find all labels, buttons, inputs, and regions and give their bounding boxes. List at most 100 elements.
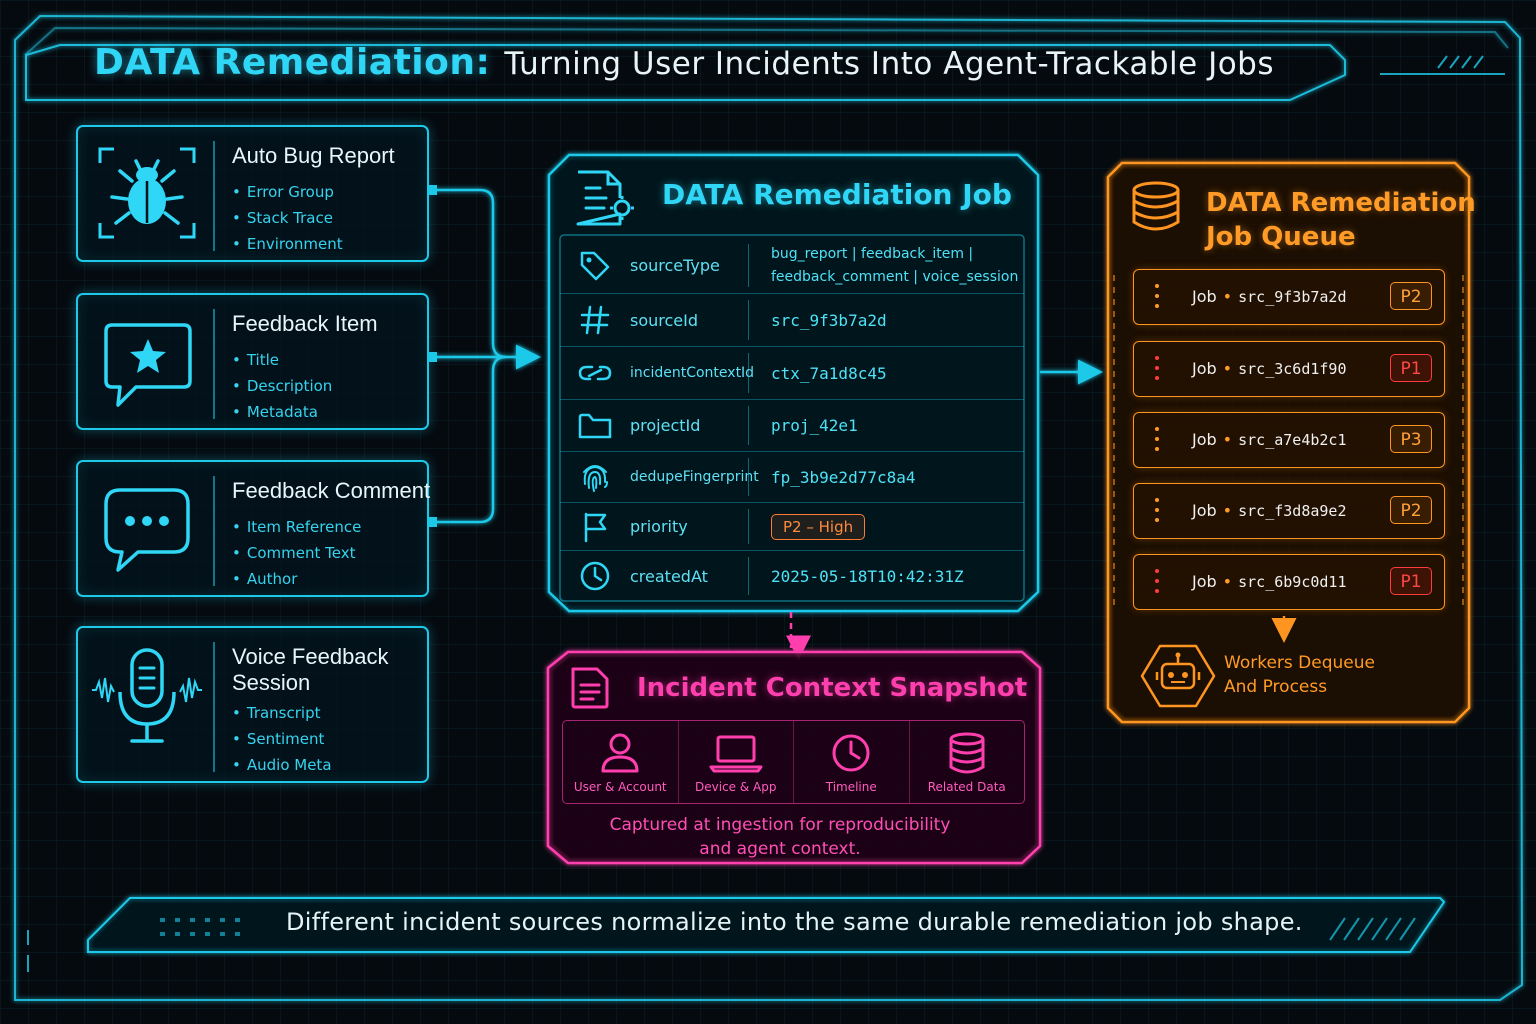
queue-job-label: Job • src_9f3b7a2d <box>1192 287 1346 306</box>
job-field-row-sourceid[interactable]: sourceId src_9f3b7a2d <box>560 294 1024 347</box>
list-item: Transcript <box>232 700 332 726</box>
field-key: sourceType <box>630 256 720 275</box>
source-card-voice-feedback-session[interactable]: Voice Feedback Session Transcript Sentim… <box>76 626 429 783</box>
field-value-line: bug_report | feedback_item | <box>771 245 974 262</box>
drag-handle-icon[interactable] <box>1152 498 1162 526</box>
list-item: Author <box>232 566 361 592</box>
title-accent: DATA Remediation: <box>94 42 491 83</box>
card-divider <box>213 309 215 419</box>
snapshot-cell-label: User & Account <box>573 780 667 794</box>
snapshot-cell-timeline[interactable]: Timeline <box>794 721 910 803</box>
robot-worker-icon <box>1140 644 1216 708</box>
field-key: projectId <box>630 416 701 435</box>
field-value: ctx_7a1d8c45 <box>771 363 887 383</box>
tag-icon <box>560 249 630 283</box>
snapshot-context-grid: User & Account Device & App Timeline Rel… <box>562 720 1025 804</box>
drag-handle-icon[interactable] <box>1152 284 1162 312</box>
snapshot-document-icon <box>571 667 609 709</box>
queue-job-item[interactable]: Job • src_6b9c0d11 P1 <box>1133 554 1445 610</box>
queue-job-label: Job • src_3c6d1f90 <box>1192 359 1346 378</box>
source-card-auto-bug-report[interactable]: Auto Bug Report Error Group Stack Trace … <box>76 125 429 262</box>
job-word: Job <box>1192 359 1217 378</box>
card-title: Feedback Item <box>232 311 378 336</box>
field-key: sourceId <box>630 310 699 330</box>
card-title: Voice Feedback Session <box>232 644 389 696</box>
queue-title-line: DATA Remediation <box>1206 188 1476 218</box>
priority-badge: P2 <box>1390 282 1432 310</box>
job-word: Job <box>1192 501 1217 520</box>
source-card-feedback-item[interactable]: Feedback Item Title Description Metadata <box>76 293 429 430</box>
card-title-line: Session <box>232 670 311 695</box>
job-panel-title: DATA Remediation Job <box>662 178 1012 211</box>
workers-label-line: Workers Dequeue <box>1224 653 1375 673</box>
card-divider <box>213 476 215 586</box>
card-field-list: Title Description Metadata <box>232 347 332 425</box>
fingerprint-icon <box>560 460 630 494</box>
source-card-feedback-comment[interactable]: Feedback Comment Item Reference Comment … <box>76 460 430 597</box>
card-field-list: Error Group Stack Trace Environment <box>232 179 343 257</box>
list-item: Audio Meta <box>232 752 332 778</box>
snapshot-cell-label: Related Data <box>927 780 1006 794</box>
job-field-row-createdat[interactable]: createdAt 2025-05-18T10:42:31Z <box>560 551 1024 601</box>
card-title-line: Voice Feedback <box>232 644 389 669</box>
snapshot-cell-related-data[interactable]: Related Data <box>910 721 1025 803</box>
snapshot-note: Captured at ingestion for reproducibilit… <box>562 813 998 861</box>
field-key: priority <box>630 517 688 536</box>
field-value: src_9f3b7a2d <box>771 310 887 330</box>
bug-icon <box>98 147 196 239</box>
priority-badge: P2 <box>1390 496 1432 524</box>
card-divider <box>213 141 215 251</box>
drag-handle-icon[interactable] <box>1152 356 1162 384</box>
job-field-row-incidentcontextid[interactable]: incidentContextId ctx_7a1d8c45 <box>560 347 1024 400</box>
workers-label-line: And Process <box>1224 677 1328 697</box>
list-item: Item Reference <box>232 514 361 540</box>
list-item: Description <box>232 373 332 399</box>
job-source-id: src_6b9c0d11 <box>1238 573 1347 591</box>
job-word: Job <box>1192 572 1217 591</box>
drag-handle-icon[interactable] <box>1152 569 1162 597</box>
clock-icon <box>560 560 630 592</box>
page-title: DATA Remediation: Turning User Incidents … <box>94 42 1274 83</box>
queue-job-label: Job • src_f3d8a9e2 <box>1192 501 1346 520</box>
queue-job-item[interactable]: Job • src_9f3b7a2d P2 <box>1133 269 1445 325</box>
job-word: Job <box>1192 430 1217 449</box>
snapshot-note-line: and agent context. <box>699 839 861 859</box>
card-field-list: Item Reference Comment Text Author <box>232 514 361 592</box>
bullet-separator: • <box>1222 430 1233 449</box>
snapshot-cell-device-app[interactable]: Device & App <box>679 721 794 803</box>
bullet-separator: • <box>1222 501 1233 520</box>
list-item: Comment Text <box>232 540 361 566</box>
job-word: Job <box>1192 287 1217 306</box>
queue-job-item[interactable]: Job • src_3c6d1f90 P1 <box>1133 341 1445 397</box>
title-rest: Turning User Incidents Into Agent-Tracka… <box>504 46 1275 82</box>
list-item: Title <box>232 347 332 373</box>
clock-icon <box>832 734 870 772</box>
user-icon <box>601 733 639 773</box>
priority-badge: P1 <box>1390 567 1432 595</box>
field-key: dedupeFingerprint <box>630 469 759 485</box>
laptop-icon <box>709 735 763 773</box>
list-item: Environment <box>232 231 343 257</box>
job-field-row-dedupefingerprint[interactable]: dedupeFingerprint fp_3b9e2d77c8a4 <box>560 452 1024 503</box>
job-field-row-priority[interactable]: priority P2 – High <box>560 503 1024 551</box>
field-key: incidentContextId <box>630 365 755 381</box>
drag-handle-icon[interactable] <box>1152 427 1162 455</box>
queue-title-line: Job Queue <box>1206 222 1356 252</box>
priority-badge: P3 <box>1390 425 1432 453</box>
snapshot-cell-user-account[interactable]: User & Account <box>563 721 679 803</box>
hash-icon <box>560 304 630 336</box>
job-source-id: src_a7e4b2c1 <box>1238 431 1347 449</box>
microphone-icon <box>92 648 202 743</box>
queue-job-item[interactable]: Job • src_f3d8a9e2 P2 <box>1133 483 1445 539</box>
priority-badge: P1 <box>1390 354 1432 382</box>
queue-job-item[interactable]: Job • src_a7e4b2c1 P3 <box>1133 412 1445 468</box>
job-field-row-projectid[interactable]: projectId proj_42e1 <box>560 400 1024 452</box>
star-chat-icon <box>104 323 192 407</box>
field-value: P2 – High <box>749 513 866 540</box>
field-value: 2025-05-18T10:42:31Z <box>771 566 964 586</box>
list-item: Metadata <box>232 399 332 425</box>
job-field-row-sourcetype[interactable]: sourceType bug_report | feedback_item | … <box>560 238 1024 294</box>
database-icon <box>1132 181 1180 231</box>
card-field-list: Transcript Sentiment Audio Meta <box>232 700 332 778</box>
footer-caption: Different incident sources normalize int… <box>286 908 1303 936</box>
